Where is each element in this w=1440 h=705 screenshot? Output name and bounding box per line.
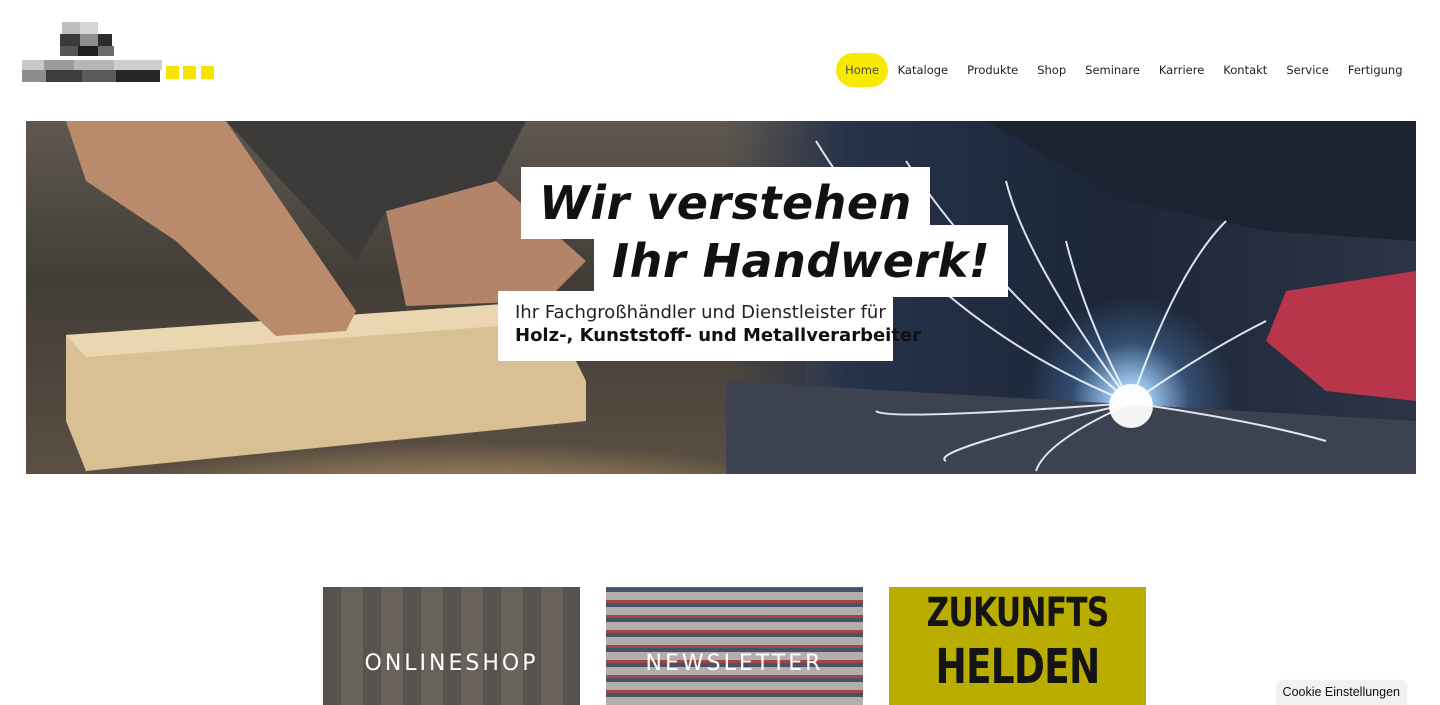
logo-pixel (60, 34, 80, 46)
zukunftshelden-tile[interactable]: ZUKUNFTS HELDEN (889, 587, 1146, 705)
onlineshop-label: ONLINESHOP (364, 651, 539, 676)
nav-item-shop[interactable]: Shop (1028, 53, 1076, 87)
logo-pixel (62, 22, 80, 34)
logo-pixel (80, 22, 98, 34)
page: Home Kataloge Produkte Shop Seminare Kar… (0, 0, 1440, 705)
logo-pixel (44, 60, 74, 70)
newsletter-label: NEWSLETTER (645, 651, 824, 676)
logo-pixel (22, 70, 46, 82)
nav-item-kontakt[interactable]: Kontakt (1214, 53, 1277, 87)
zukunftshelden-line2: HELDEN (935, 639, 1100, 695)
nav-item-kataloge[interactable]: Kataloge (888, 53, 958, 87)
logo-pixel (74, 60, 114, 70)
logo-pixel (98, 34, 112, 46)
hero-subtitle-box: Ihr Fachgroßhändler und Dienstleister fü… (498, 291, 922, 361)
logo-pixel (80, 34, 98, 46)
hero-subtitle-line2: Holz-, Kunststoff- und Metallverarbeiter (515, 325, 922, 346)
logo-pixel (78, 46, 98, 56)
nav-item-service[interactable]: Service (1277, 53, 1339, 87)
welding-glove (1266, 271, 1416, 401)
nav-item-fertigung[interactable]: Fertigung (1338, 53, 1412, 87)
logo-pixel (46, 70, 82, 82)
nav-item-home[interactable]: Home (836, 53, 889, 87)
logo-pixel (114, 60, 162, 70)
steel-plate (726, 381, 1416, 474)
newsletter-tile[interactable]: NEWSLETTER (606, 587, 863, 705)
logo-yellow-square (183, 66, 196, 79)
nav-item-karriere[interactable]: Karriere (1149, 53, 1213, 87)
logo-pixel (116, 70, 160, 82)
hero-banner: Wir verstehen Ihr Handwerk! Ihr Fachgroß… (26, 121, 1416, 474)
cookie-settings-button[interactable]: Cookie Einstellungen (1276, 681, 1406, 705)
onlineshop-tile[interactable]: ONLINESHOP (323, 587, 580, 705)
main-nav: Home Kataloge Produkte Shop Seminare Kar… (836, 53, 1412, 87)
nav-item-produkte[interactable]: Produkte (958, 53, 1028, 87)
nav-item-seminare[interactable]: Seminare (1076, 53, 1150, 87)
logo-pixel (60, 46, 78, 56)
weld-glow (1109, 384, 1153, 428)
logo-pixel (22, 60, 44, 70)
logo-yellow-square (166, 66, 179, 79)
hero-subtitle-line1: Ihr Fachgroßhändler und Dienstleister fü… (515, 302, 886, 323)
tagline-box-2: Ihr Handwerk! (594, 225, 1009, 297)
company-logo[interactable] (22, 20, 218, 84)
welding-helmet (986, 121, 1416, 241)
hero-tagline-line2: Ihr Handwerk! (612, 234, 991, 288)
logo-yellow-square (201, 66, 214, 79)
logo-pixel (82, 70, 116, 82)
zukunftshelden-line1: ZUKUNFTS (926, 590, 1110, 636)
logo-pixel (98, 46, 114, 56)
